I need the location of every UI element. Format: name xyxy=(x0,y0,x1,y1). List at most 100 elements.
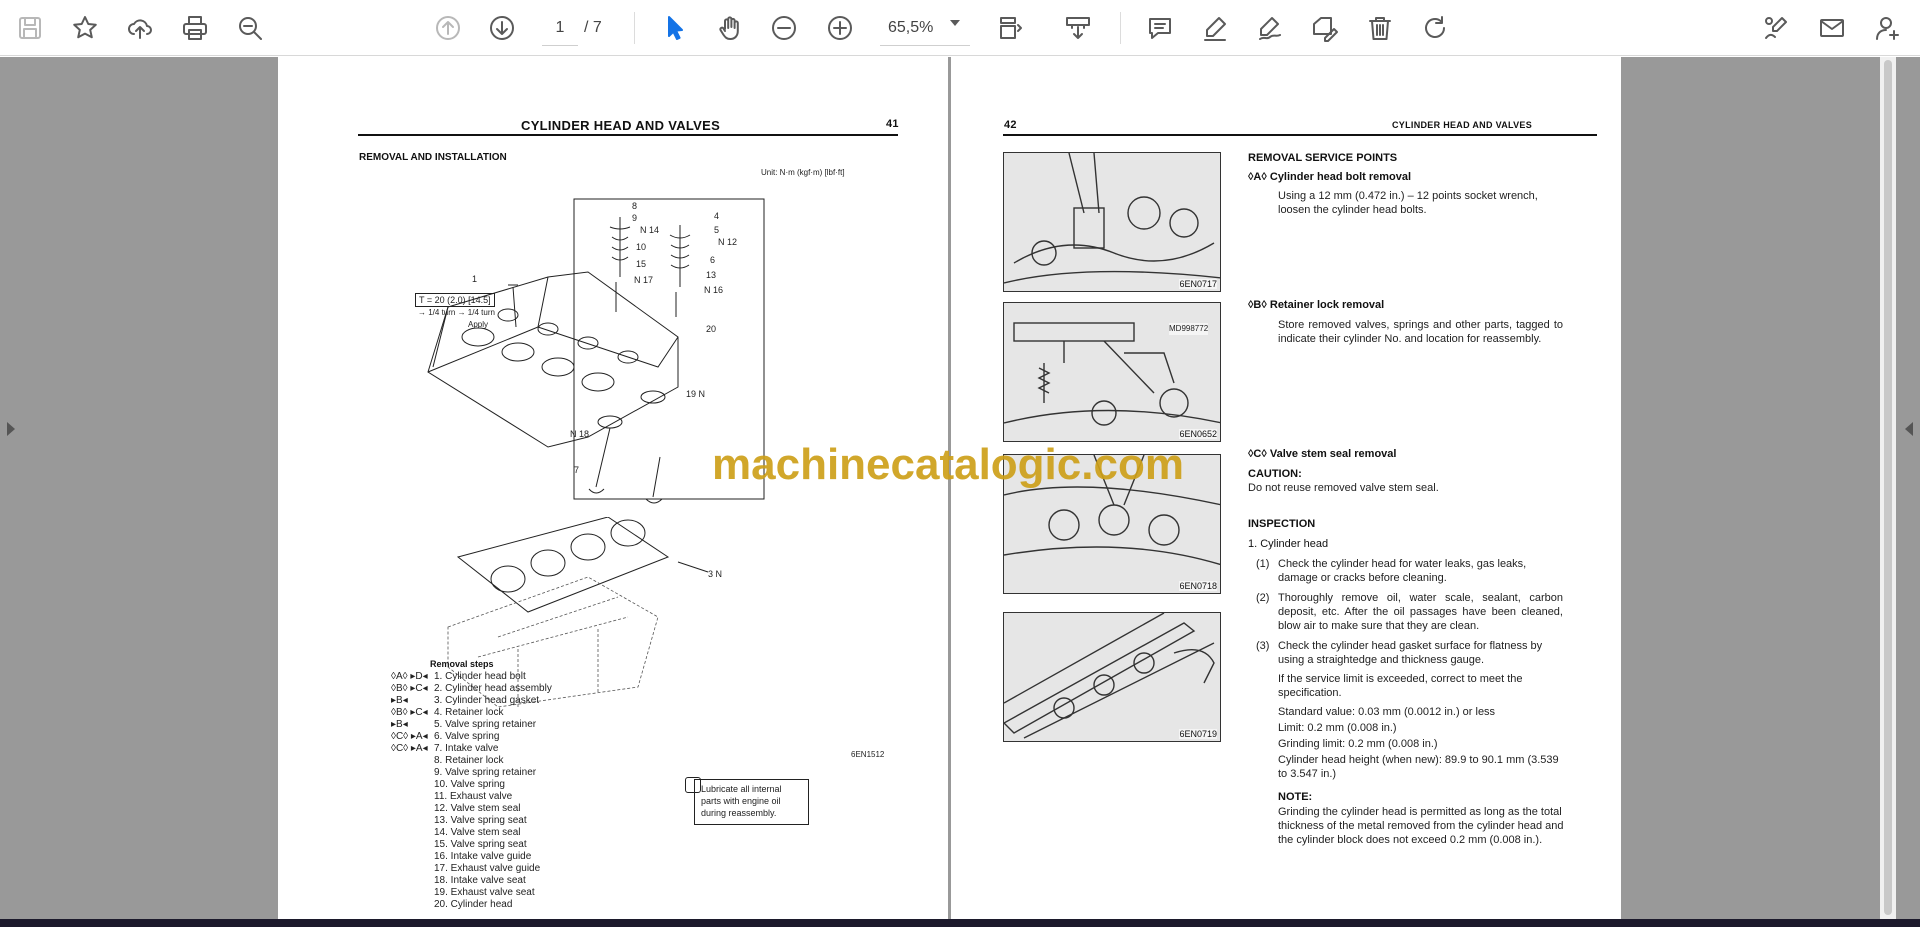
star-icon[interactable] xyxy=(65,8,105,48)
inspection-item: 1. Cylinder head xyxy=(1248,538,1329,550)
svg-text:N 12: N 12 xyxy=(718,237,737,247)
list-item: 15. Valve spring seat xyxy=(434,839,527,850)
sign-document-icon[interactable] xyxy=(1756,8,1796,48)
svg-text:3 N: 3 N xyxy=(708,569,722,579)
svg-text:7: 7 xyxy=(574,465,579,475)
page-number: 42 xyxy=(1004,119,1017,131)
inspection-step-number: (2) xyxy=(1256,592,1270,604)
removal-service-points-title: REMOVAL SERVICE POINTS xyxy=(1248,152,1398,164)
figure-code: 6EN1512 xyxy=(851,750,885,759)
limit-value: Limit: 0.2 mm (0.008 in.) xyxy=(1278,722,1397,734)
page-total: / 7 xyxy=(584,19,602,36)
page-fit-icon[interactable] xyxy=(990,8,1030,48)
svg-text:4: 4 xyxy=(714,211,719,221)
removal-steps-title: Removal steps xyxy=(430,659,494,669)
zoom-search-icon[interactable] xyxy=(230,8,270,48)
divider xyxy=(634,12,635,44)
list-item: 10. Valve spring xyxy=(434,779,505,790)
save-icon[interactable] xyxy=(10,8,50,48)
inspection-title: INSPECTION xyxy=(1248,518,1316,530)
unit-note: Unit: N·m (kgf·m) [lbf·ft] xyxy=(761,168,845,177)
list-item: 14. Valve stem seal xyxy=(434,827,521,838)
highlight-pen-icon[interactable] xyxy=(1195,8,1235,48)
inspection-step-number: (1) xyxy=(1256,558,1270,570)
list-item: 13. Valve spring seat xyxy=(434,815,527,826)
bolt-removal-title: ◊A◊ Cylinder head bolt removal xyxy=(1248,171,1412,183)
scrollbar-thumb[interactable] xyxy=(1884,60,1892,915)
zoom-dropdown-chevron-icon[interactable] xyxy=(950,20,960,26)
svg-text:5: 5 xyxy=(714,225,719,235)
svg-text:N 18: N 18 xyxy=(570,429,589,439)
page-header-title: CYLINDER HEAD AND VALVES xyxy=(521,118,721,133)
svg-text:15: 15 xyxy=(636,259,646,269)
service-limit-text: If the service limit is exceeded, correc… xyxy=(1278,673,1523,699)
svg-text:9: 9 xyxy=(632,213,637,223)
inspection-step-text: Check the cylinder head gasket surface f… xyxy=(1278,640,1543,666)
zoom-in-icon[interactable] xyxy=(820,8,860,48)
list-item: 3. Cylinder head gasket xyxy=(434,695,540,706)
previous-page-icon[interactable] xyxy=(428,8,468,48)
lubricate-note: Lubricate all internal parts with engine… xyxy=(694,779,809,825)
photo-flatness-check: 6EN0719 xyxy=(1003,612,1221,742)
draw-freehand-icon[interactable] xyxy=(1250,8,1290,48)
photo-retainer-lock: MD998772 6EN0652 xyxy=(1003,302,1221,442)
comment-icon[interactable] xyxy=(1140,8,1180,48)
svg-text:19 N: 19 N xyxy=(686,389,705,399)
tool-label: MD998772 xyxy=(1169,323,1209,335)
standard-value: Standard value: 0.03 mm (0.0012 in.) or … xyxy=(1278,706,1496,718)
zoom-out-icon[interactable] xyxy=(764,8,804,48)
toolbar: 1 / 7 65,5% xyxy=(0,0,1920,56)
list-item: 18. Intake valve seat xyxy=(434,875,526,886)
right-panel-toggle-icon[interactable] xyxy=(1905,422,1913,436)
hand-tool-icon[interactable] xyxy=(710,8,750,48)
note-label: NOTE: xyxy=(1278,791,1313,803)
watermark: machinecatalogic.com xyxy=(712,440,1184,489)
taskbar-strip xyxy=(0,919,1920,927)
svg-text:20: 20 xyxy=(706,324,716,334)
torque-spec-box: T = 20 (2.0) [14.5] xyxy=(415,293,495,307)
divider xyxy=(1120,12,1121,44)
svg-text:10: 10 xyxy=(636,242,646,252)
add-user-icon[interactable] xyxy=(1868,8,1908,48)
svg-text:6: 6 xyxy=(710,255,715,265)
next-page-icon[interactable] xyxy=(482,8,522,48)
page-number: 41 xyxy=(886,118,899,130)
section-title: REMOVAL AND INSTALLATION xyxy=(359,152,507,163)
header-rule xyxy=(1003,134,1597,136)
svg-text:N 14: N 14 xyxy=(640,225,659,235)
list-item: 8. Retainer lock xyxy=(434,755,504,766)
inspection-step-text: Check the cylinder head for water leaks,… xyxy=(1278,558,1527,584)
delete-trash-icon[interactable] xyxy=(1360,8,1400,48)
list-item: 20. Cylinder head xyxy=(434,899,513,910)
torque-sequence-note: → 1/4 turn → 1/4 turn xyxy=(418,308,495,317)
select-cursor-icon[interactable] xyxy=(655,8,695,48)
zoom-level-input[interactable]: 65,5% xyxy=(880,10,970,46)
photo-label: 6EN0719 xyxy=(1179,729,1217,739)
removal-steps-list: 1. Cylinder head bolt 2. Cylinder head a… xyxy=(434,671,552,911)
list-item: 19. Exhaust valve seat xyxy=(434,887,535,898)
header-rule xyxy=(358,134,898,136)
list-item: 16. Intake valve guide xyxy=(434,851,532,862)
email-icon[interactable] xyxy=(1812,8,1852,48)
caution-label: CAUTION: xyxy=(1248,468,1302,480)
svg-text:N 17: N 17 xyxy=(634,275,653,285)
list-item: 2. Cylinder head assembly xyxy=(434,683,552,694)
left-panel-toggle-icon[interactable] xyxy=(7,422,15,436)
stamp-icon[interactable] xyxy=(1305,8,1345,48)
svg-text:1: 1 xyxy=(472,274,477,284)
photo-label: 6EN0717 xyxy=(1179,279,1217,289)
svg-text:N 16: N 16 xyxy=(704,285,723,295)
torque-apply-note: Apply xyxy=(468,320,489,329)
list-item: 12. Valve stem seal xyxy=(434,803,521,814)
caution-text: Do not reuse removed valve stem seal. xyxy=(1248,482,1439,494)
photo-bolt-removal: 6EN0717 xyxy=(1003,152,1221,292)
page-number-input[interactable]: 1 xyxy=(542,10,578,46)
print-icon[interactable] xyxy=(175,8,215,48)
head-height-value: Cylinder head height (when new): 89.9 to… xyxy=(1278,754,1559,780)
photo-label: 6EN0652 xyxy=(1179,429,1217,439)
photo-label: 6EN0718 xyxy=(1179,581,1217,591)
list-item: 6. Valve spring xyxy=(434,731,500,742)
download-scroll-icon[interactable] xyxy=(1058,8,1098,48)
rotate-redo-icon[interactable] xyxy=(1415,8,1455,48)
cloud-upload-icon[interactable] xyxy=(120,8,160,48)
